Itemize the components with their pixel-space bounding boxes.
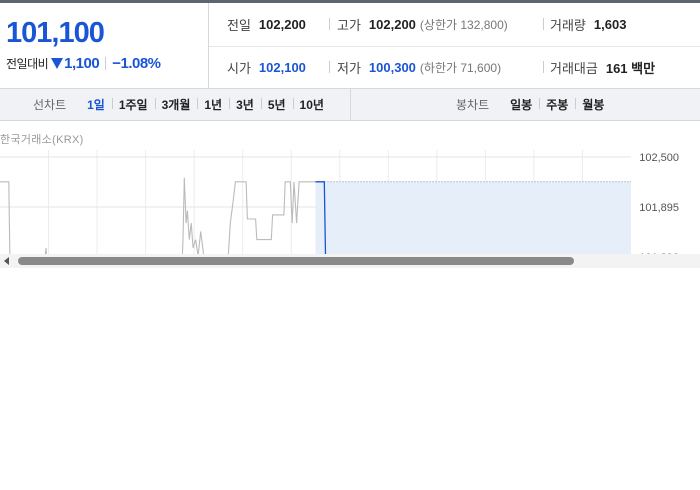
line-chart-title: 선차트 [33,98,67,112]
quote-info-grid: 전일 102,200 고가 102,200 (상한가 132,800) 거래량 … [209,3,700,88]
info-value: 102,100 [258,59,306,75]
info-low: 저가 100,300 (하한가 71,600) [337,46,501,88]
exchange-label: 한국거래소(KRX) [0,134,84,146]
info-label: 시가 [227,60,251,76]
divider [543,61,544,73]
price-chart-svg: 102,500101,895101,290 [0,150,679,254]
change-rate: −1.08% [112,55,161,72]
price-summary: 101,100 전일대비 1,100 −1.08% [0,3,209,88]
info-value: 1,603 [593,16,627,32]
previous-price-line [0,177,316,254]
tab-3-months[interactable]: 3개월 [154,96,198,113]
tab-5-years[interactable]: 5년 [260,96,293,113]
change-row: 전일대비 1,100 −1.08% [6,55,161,72]
price-chart: 102,500101,895101,290 [0,150,700,254]
info-open: 시가 102,100 [227,46,306,88]
tab-1-day[interactable]: 1일 [80,96,112,113]
info-label: 거래량 [550,17,586,33]
change-label: 전일대비 [6,57,49,71]
info-prev-close: 전일 102,200 [227,3,306,45]
info-value: 161 백만 [605,60,656,76]
info-value: 102,200 [368,16,416,32]
divider [329,18,330,30]
candle-chart-tabs: 봉차트 일봉 주봉 월봉 [456,89,611,120]
candle-chart-title: 봉차트 [456,98,490,112]
line-chart-tabs: 선차트 1일 1주일 3개월 1년 3년 5년 10년 [33,89,331,120]
down-arrow-icon [51,58,64,69]
divider [543,18,544,30]
info-sub: (하한가 71,600) [419,60,502,75]
info-label: 저가 [337,60,361,76]
info-label: 전일 [227,17,251,33]
tab-3-years[interactable]: 3년 [229,96,261,113]
info-sub: (상한가 132,800) [419,17,508,32]
y-tick-label: 102,500 [639,152,679,164]
tab-10-years[interactable]: 10년 [292,96,331,113]
change-value: 1,100 [64,55,100,72]
divider [329,61,330,73]
info-value: 102,200 [258,16,306,32]
tab-weekly-candle[interactable]: 주봉 [539,96,575,113]
info-value: 100,300 [368,59,416,75]
current-price: 101,100 [6,17,105,49]
divider [350,89,351,120]
info-trade-value: 거래대금 161 백만 [550,46,655,88]
info-high: 고가 102,200 (상한가 132,800) [337,3,508,45]
chart-tabs-bar: 선차트 1일 1주일 3개월 1년 3년 5년 10년 봉차트 일봉 주봉 월봉 [0,88,700,121]
scroll-left-arrow-icon[interactable] [4,257,9,265]
tab-1-year[interactable]: 1년 [197,96,229,113]
tab-1-week[interactable]: 1주일 [111,96,155,113]
divider [105,57,107,70]
info-label: 거래대금 [550,60,598,76]
tab-daily-candle[interactable]: 일봉 [503,96,539,113]
today-area-fill [315,181,631,254]
scrollbar-thumb[interactable] [18,257,574,265]
info-label: 고가 [337,17,361,33]
info-volume: 거래량 1,603 [550,3,626,45]
tab-monthly-candle[interactable]: 월봉 [575,96,611,113]
y-tick-label: 101,895 [639,202,679,214]
